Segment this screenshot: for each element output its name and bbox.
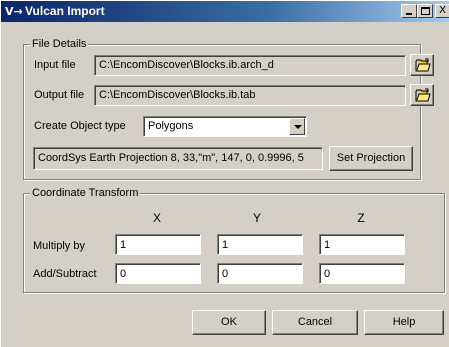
projection-value: CoordSys Earth Projection 8, 33,"m", 147… <box>38 152 304 164</box>
axis-z-header: Z <box>357 211 365 225</box>
open-folder-icon <box>415 58 431 72</box>
title-bar[interactable]: V→ Vulcan Import X <box>1 1 449 22</box>
browse-input-button[interactable] <box>410 54 434 76</box>
ok-label: OK <box>221 316 237 328</box>
multiply-x-value[interactable] <box>120 235 196 254</box>
input-file-label: Input file <box>34 59 76 71</box>
cancel-label: Cancel <box>297 316 333 328</box>
maximize-button[interactable] <box>417 4 433 18</box>
help-button[interactable]: Help <box>364 310 444 335</box>
object-type-select[interactable]: Polygons <box>143 116 307 137</box>
object-type-value: Polygons <box>148 120 194 132</box>
object-type-label: Create Object type <box>34 120 126 132</box>
close-icon: X <box>439 5 446 16</box>
projection-field: CoordSys Earth Projection 8, 33,"m", 147… <box>33 147 323 170</box>
input-file-value: C:\EncomDiscover\Blocks.ib.arch_d <box>99 59 274 71</box>
window-title: Vulcan Import <box>25 4 105 18</box>
add-y-value[interactable] <box>222 264 298 283</box>
cancel-button[interactable]: Cancel <box>272 310 358 335</box>
add-subtract-label: Add/Subtract <box>33 268 97 280</box>
add-x-value[interactable] <box>120 264 196 283</box>
add-y-input[interactable] <box>217 263 303 284</box>
output-file-label: Output file <box>34 89 85 101</box>
add-z-input[interactable] <box>319 263 405 284</box>
file-details-title: File Details <box>30 37 89 51</box>
vulcan-app-icon: V→ <box>5 5 23 18</box>
set-projection-label: Set Projection <box>336 152 406 164</box>
open-folder-icon <box>415 88 431 102</box>
multiply-y-value[interactable] <box>222 235 298 254</box>
coordinate-transform-title: Coordinate Transform <box>30 186 141 200</box>
chevron-down-icon <box>294 125 302 129</box>
vulcan-import-dialog: V→ Vulcan Import X File Details Input fi… <box>0 0 449 347</box>
dropdown-button[interactable] <box>289 118 305 135</box>
maximize-icon <box>421 7 430 15</box>
ok-button[interactable]: OK <box>192 310 266 335</box>
output-file-field[interactable]: C:\EncomDiscover\Blocks.ib.tab <box>94 85 406 106</box>
multiply-y-input[interactable] <box>217 234 303 255</box>
axis-x-header: X <box>152 211 161 225</box>
output-file-value: C:\EncomDiscover\Blocks.ib.tab <box>99 89 256 101</box>
axis-y-header: Y <box>252 211 261 225</box>
browse-output-button[interactable] <box>410 84 434 106</box>
multiply-x-input[interactable] <box>115 234 201 255</box>
multiply-z-value[interactable] <box>324 235 400 254</box>
multiply-z-input[interactable] <box>319 234 405 255</box>
add-z-value[interactable] <box>324 264 400 283</box>
help-label: Help <box>392 316 416 328</box>
close-button[interactable]: X <box>435 4 449 18</box>
set-projection-button[interactable]: Set Projection <box>329 146 413 171</box>
add-x-input[interactable] <box>115 263 201 284</box>
input-file-field[interactable]: C:\EncomDiscover\Blocks.ib.arch_d <box>94 55 406 76</box>
minimize-icon <box>406 13 412 15</box>
minimize-button[interactable] <box>401 4 417 18</box>
multiply-label: Multiply by <box>33 240 85 252</box>
